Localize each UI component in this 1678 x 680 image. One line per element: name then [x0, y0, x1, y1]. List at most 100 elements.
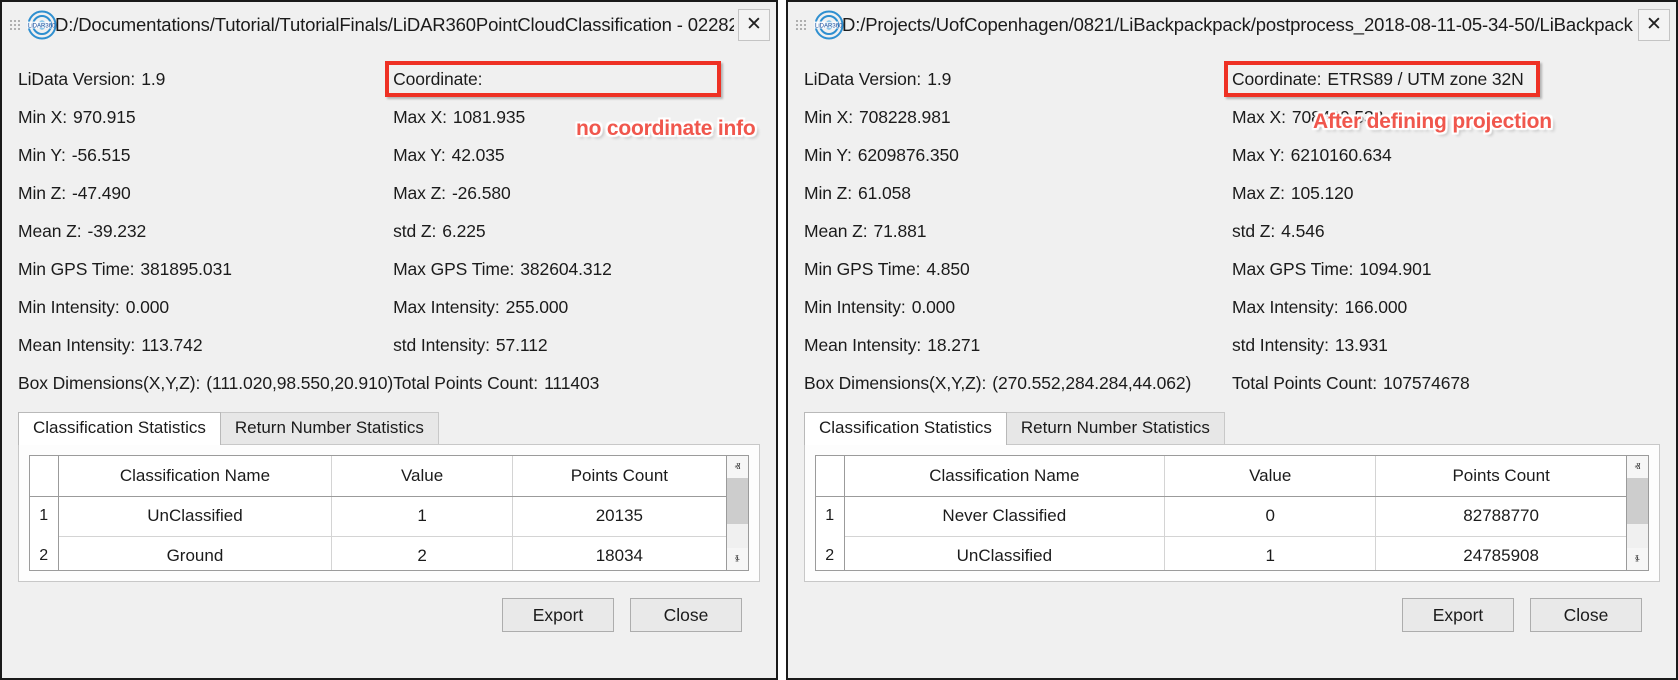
- max-x-label: Max X:: [1232, 107, 1286, 127]
- tab-return-number-statistics-right[interactable]: Return Number Statistics: [1005, 412, 1225, 444]
- row-index: 1: [816, 496, 845, 536]
- coordinate-value: ETRS89 / UTM zone 32N: [1327, 69, 1524, 89]
- classification-table-left: Classification Name Value Points Count 1…: [30, 456, 726, 570]
- table-row[interactable]: 2 UnClassified 1 24785908: [816, 536, 1626, 570]
- mean-z-value: 71.881: [873, 221, 927, 241]
- row-index: 2: [30, 536, 59, 570]
- max-intensity-value: 166.000: [1344, 297, 1408, 317]
- tab-return-number-statistics-left[interactable]: Return Number Statistics: [219, 412, 439, 444]
- min-x-value: 708228.981: [859, 107, 951, 127]
- min-z-field-left: Min Z: -47.490: [18, 174, 393, 212]
- table-vertical-scrollbar-left[interactable]: ⱏ ⱛ: [726, 456, 748, 570]
- cell-points-count: 24785908: [1375, 536, 1626, 570]
- max-gps-field-right: Max GPS Time: 1094.901: [1232, 250, 1660, 288]
- box-dimensions-field-left: Box Dimensions(X,Y,Z): (111.020,98.550,20…: [18, 364, 393, 402]
- column-header-points-count[interactable]: Points Count: [1375, 456, 1626, 497]
- column-header-value[interactable]: Value: [1164, 456, 1377, 497]
- min-x-field-right: Min X: 708228.981: [804, 98, 1232, 136]
- title-bar-left[interactable]: LiDAR360 D:/Documentations/Tutorial/Tuto…: [2, 2, 776, 48]
- box-dimensions-value: (270.552,284.284,44.062): [992, 373, 1192, 393]
- table-row[interactable]: 2 Ground 2 18034: [30, 536, 726, 570]
- table-vertical-scrollbar-right[interactable]: ⱏ ⱛ: [1626, 456, 1648, 570]
- screenshot-root: LiDAR360 D:/Documentations/Tutorial/Tuto…: [0, 0, 1678, 680]
- cell-value: 2: [331, 536, 513, 570]
- max-y-field-left: Max Y: 42.035: [393, 136, 760, 174]
- max-intensity-label: Max Intensity:: [393, 297, 500, 317]
- max-y-value: 6210160.634: [1290, 145, 1392, 165]
- max-x-value: 1081.935: [452, 107, 526, 127]
- box-dimensions-label: Box Dimensions(X,Y,Z):: [18, 373, 201, 393]
- min-y-value: -56.515: [71, 145, 131, 165]
- scrollbar-track[interactable]: [1627, 478, 1648, 548]
- std-z-label: std Z:: [1232, 221, 1276, 241]
- column-header-points-count[interactable]: Points Count: [512, 456, 726, 497]
- table-row[interactable]: 1 UnClassified 1 20135: [30, 496, 726, 537]
- cell-value: 1: [331, 496, 513, 537]
- min-x-value: 970.915: [73, 107, 136, 127]
- svg-text:LiDAR360: LiDAR360: [28, 24, 56, 30]
- close-button-left[interactable]: Close: [630, 598, 742, 632]
- mean-z-label: Mean Z:: [804, 221, 868, 241]
- cell-points-count: 20135: [512, 496, 726, 537]
- classification-table-right: Classification Name Value Points Count 1…: [816, 456, 1626, 570]
- total-points-value: 111403: [544, 373, 600, 393]
- max-gps-field-left: Max GPS Time: 382604.312: [393, 250, 760, 288]
- cell-classification-name: UnClassified: [58, 496, 333, 537]
- scroll-down-arrow-icon[interactable]: ⱛ: [1627, 548, 1648, 570]
- window-grip-icon: [796, 15, 808, 35]
- row-index: 1: [30, 496, 59, 536]
- close-window-button-right[interactable]: ✕: [1638, 9, 1670, 41]
- column-header-value[interactable]: Value: [331, 456, 513, 497]
- export-button-left[interactable]: Export: [502, 598, 614, 632]
- std-z-label: std Z:: [393, 221, 437, 241]
- std-intensity-value: 57.112: [495, 335, 548, 355]
- table-row[interactable]: 1 Never Classified 0 82788770: [816, 496, 1626, 537]
- lidata-version-value: 1.9: [927, 69, 952, 89]
- std-z-value: 4.546: [1281, 221, 1325, 241]
- field-grid-left: LiData Version: 1.9 Coordinate: Min X: 970…: [18, 48, 760, 402]
- lidar360-app-icon: LiDAR360: [25, 8, 59, 42]
- close-button-right[interactable]: Close: [1530, 598, 1642, 632]
- scrollbar-track[interactable]: [727, 478, 748, 548]
- max-z-value: 105.120: [1290, 183, 1354, 203]
- mean-intensity-label: Mean Intensity:: [18, 335, 136, 355]
- min-y-field-right: Min Y: 6209876.350: [804, 136, 1232, 174]
- max-x-label: Max X:: [393, 107, 447, 127]
- std-intensity-value: 13.931: [1334, 335, 1388, 355]
- mean-intensity-value: 113.742: [141, 335, 203, 355]
- column-header-classification-name[interactable]: Classification Name: [58, 456, 333, 497]
- coordinate-field-right: Coordinate: ETRS89 / UTM zone 32N: [1224, 60, 1660, 98]
- scroll-up-arrow-icon[interactable]: ⱏ: [727, 456, 748, 478]
- close-window-button-left[interactable]: ✕: [738, 9, 770, 41]
- scrollbar-thumb[interactable]: [727, 478, 748, 524]
- min-z-field-right: Min Z: 61.058: [804, 174, 1232, 212]
- tab-classification-statistics-right[interactable]: Classification Statistics: [804, 412, 1007, 445]
- total-points-field-left: Total Points Count: 111403: [393, 364, 760, 402]
- total-points-value: 107574678: [1383, 373, 1470, 393]
- min-gps-field-left: Min GPS Time: 381895.031: [18, 250, 393, 288]
- coordinate-field-left: Coordinate:: [385, 60, 760, 98]
- export-button-right[interactable]: Export: [1402, 598, 1514, 632]
- min-y-label: Min Y:: [804, 145, 852, 165]
- lidata-version-label: LiData Version:: [18, 69, 136, 89]
- min-intensity-field-left: Min Intensity: 0.000: [18, 288, 393, 326]
- min-gps-value: 381895.031: [140, 259, 232, 279]
- window-title-left: D:/Documentations/Tutorial/TutorialFinal…: [55, 14, 734, 35]
- min-y-field-left: Min Y: -56.515: [18, 136, 393, 174]
- tab-classification-statistics-left[interactable]: Classification Statistics: [18, 412, 221, 445]
- min-z-value: -47.490: [72, 183, 131, 203]
- table-corner-cell: [30, 456, 59, 497]
- max-intensity-field-left: Max Intensity: 255.000: [393, 288, 760, 326]
- mean-intensity-label: Mean Intensity:: [804, 335, 922, 355]
- scroll-down-arrow-icon[interactable]: ⱛ: [727, 548, 748, 570]
- max-z-label: Max Z:: [393, 183, 446, 203]
- scroll-up-arrow-icon[interactable]: ⱏ: [1627, 456, 1648, 478]
- classification-table-wrapper-left: Classification Name Value Points Count 1…: [29, 455, 749, 571]
- max-z-field-left: Max Z: -26.580: [393, 174, 760, 212]
- std-intensity-label: std Intensity:: [1232, 335, 1329, 355]
- scrollbar-thumb[interactable]: [1627, 478, 1648, 524]
- total-points-field-right: Total Points Count: 107574678: [1232, 364, 1660, 402]
- annotation-after-defining-projection: After defining projection: [1313, 110, 1552, 133]
- column-header-classification-name[interactable]: Classification Name: [844, 456, 1166, 497]
- title-bar-right[interactable]: LiDAR360 D:/Projects/UofCopenhagen/0821/…: [788, 2, 1676, 48]
